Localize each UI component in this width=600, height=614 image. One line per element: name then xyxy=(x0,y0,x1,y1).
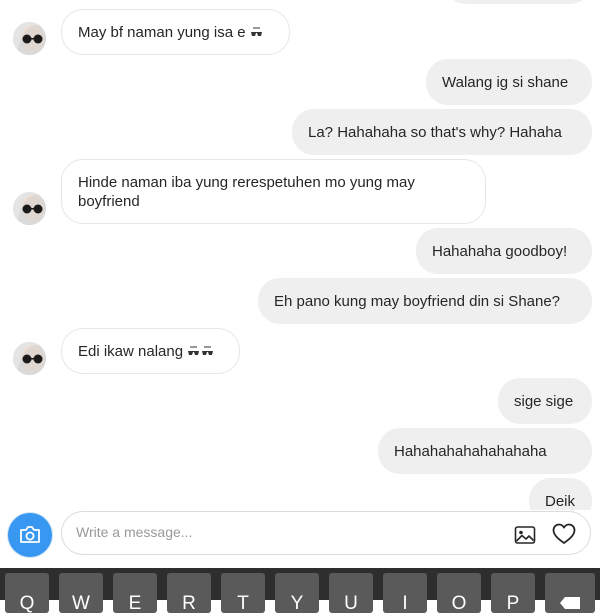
sunglasses-emoji-icon xyxy=(187,346,200,357)
message-bubble-incoming[interactable]: Hinde naman iba yung rerespetuhen mo yun… xyxy=(61,159,486,224)
message-text: Hinde naman iba yung rerespetuhen mo yun… xyxy=(78,173,415,210)
message-text: Walang ig si shane xyxy=(442,73,569,91)
key-t[interactable]: T xyxy=(221,573,265,614)
message-text: Deik xyxy=(545,493,576,510)
message-thread[interactable]: May bf naman yung isa e Walang ig si sha… xyxy=(0,0,600,510)
message-text: sige sige xyxy=(514,392,574,410)
avatar[interactable] xyxy=(13,22,46,55)
message-bubble-incoming[interactable]: Edi ikaw nalang xyxy=(61,328,240,374)
backspace-key[interactable] xyxy=(545,573,595,613)
message-text: Eh pano kung may boyfriend din si Shane? xyxy=(274,292,561,310)
heart-icon[interactable] xyxy=(552,523,576,545)
camera-button[interactable] xyxy=(8,513,52,557)
avatar[interactable] xyxy=(13,342,46,375)
key-p[interactable]: P xyxy=(491,573,535,614)
message-bubble-outgoing[interactable]: Walang ig si shane xyxy=(426,59,592,105)
on-screen-keyboard: Q W E R T Y U I O P xyxy=(0,568,600,614)
message-bubble-outgoing[interactable]: Hahahaha goodboy! xyxy=(416,228,592,274)
message-bubble-outgoing[interactable]: La? Hahahaha so that's why? Hahaha xyxy=(292,109,592,155)
message-bubble-incoming[interactable]: May bf naman yung isa e xyxy=(61,9,290,55)
sunglasses-emoji-icon xyxy=(201,346,214,357)
key-y[interactable]: Y xyxy=(275,573,319,614)
key-i[interactable]: I xyxy=(383,573,427,614)
camera-icon xyxy=(20,526,40,543)
backspace-icon xyxy=(560,597,580,609)
message-composer xyxy=(0,510,600,568)
message-bubble-partial xyxy=(444,0,592,4)
key-e[interactable]: E xyxy=(113,573,157,614)
message-text: Hahahahahahahahaha xyxy=(394,442,547,460)
key-o[interactable]: O xyxy=(437,573,481,614)
message-bubble-outgoing[interactable]: Deik xyxy=(529,478,592,510)
key-q[interactable]: Q xyxy=(5,573,49,614)
message-input-container xyxy=(61,511,591,555)
message-input[interactable] xyxy=(76,524,476,540)
message-bubble-outgoing[interactable]: Eh pano kung may boyfriend din si Shane? xyxy=(258,278,592,324)
sunglasses-emoji-icon xyxy=(250,27,263,38)
key-r[interactable]: R xyxy=(167,573,211,614)
key-u[interactable]: U xyxy=(329,573,373,614)
gallery-icon[interactable] xyxy=(514,524,536,546)
key-w[interactable]: W xyxy=(59,573,103,614)
message-text: May bf naman yung isa e xyxy=(78,23,246,41)
message-bubble-outgoing[interactable]: Hahahahahahahahaha xyxy=(378,428,592,474)
avatar[interactable] xyxy=(13,192,46,225)
message-bubble-outgoing[interactable]: sige sige xyxy=(498,378,592,424)
message-text: Edi ikaw nalang xyxy=(78,342,184,360)
message-text: La? Hahahaha so that's why? Hahaha xyxy=(308,123,562,141)
message-text: Hahahaha goodboy! xyxy=(432,242,568,260)
